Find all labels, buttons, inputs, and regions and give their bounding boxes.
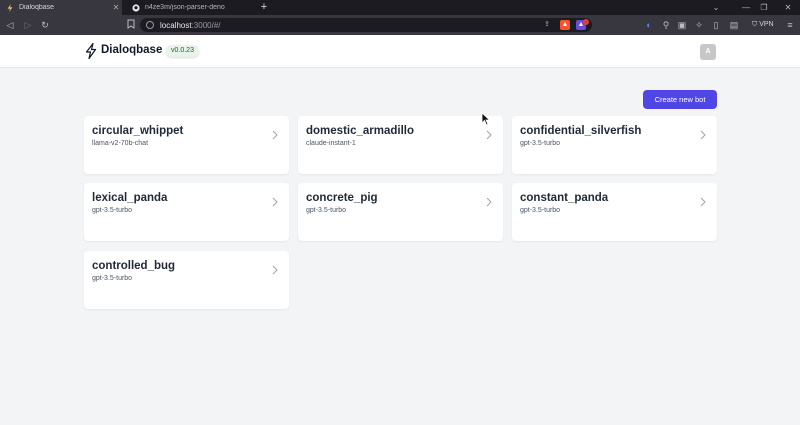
browser-tab-bar: Dialoqbase ✕ n4ze3m/json-parser-deno + ⌄… bbox=[0, 0, 800, 15]
app-header: Dialoqbase v0.0.23 A bbox=[0, 35, 800, 68]
bot-card[interactable]: domestic_armadillo claude-instant-1 bbox=[298, 116, 503, 174]
mouse-cursor-icon bbox=[481, 112, 491, 126]
window-close-icon[interactable]: ✕ bbox=[780, 0, 796, 15]
vpn-label: VPN bbox=[759, 21, 774, 28]
bot-name: circular_whippet bbox=[92, 125, 184, 137]
share-icon[interactable]: ⇪ bbox=[542, 20, 552, 30]
bot-model: gpt-3.5-turbo bbox=[92, 275, 133, 282]
minimize-icon[interactable]: — bbox=[738, 0, 754, 15]
search-icon[interactable]: ⚲ bbox=[660, 19, 672, 31]
forward-icon[interactable]: ▷ bbox=[22, 19, 34, 31]
url-path: :3000/#/ bbox=[191, 20, 221, 30]
bot-card[interactable]: constant_panda gpt-3.5-turbo bbox=[512, 183, 717, 241]
brand-name[interactable]: Dialoqbase bbox=[101, 44, 162, 56]
bot-model: gpt-3.5-turbo bbox=[520, 140, 561, 147]
extension-icon[interactable]: ▣ bbox=[676, 19, 688, 31]
chevron-right-icon bbox=[700, 197, 706, 207]
vpn-button[interactable]: ⛉ VPN bbox=[752, 19, 774, 31]
github-icon bbox=[132, 3, 140, 12]
bot-card[interactable]: lexical_panda gpt-3.5-turbo bbox=[84, 183, 289, 241]
back-icon[interactable]: ◁ bbox=[4, 19, 16, 31]
bot-card[interactable]: concrete_pig gpt-3.5-turbo bbox=[298, 183, 503, 241]
bot-model: gpt-3.5-turbo bbox=[306, 207, 347, 214]
new-tab-plus-icon[interactable]: + bbox=[258, 1, 270, 13]
bot-card[interactable]: confidential_silverfish gpt-3.5-turbo bbox=[512, 116, 717, 174]
url-host: localhost bbox=[160, 20, 192, 30]
chevron-right-icon bbox=[486, 197, 492, 207]
bot-model: claude-instant-1 bbox=[306, 140, 356, 147]
brave-shields-icon[interactable]: ▲ bbox=[560, 20, 570, 30]
menu-icon[interactable]: ≡ bbox=[784, 19, 796, 31]
reload-icon[interactable]: ↻ bbox=[39, 19, 51, 31]
tab-title: n4ze3m/json-parser-deno bbox=[145, 4, 225, 11]
bot-name: concrete_pig bbox=[306, 192, 378, 204]
lightning-logo-icon[interactable] bbox=[85, 42, 97, 60]
chevron-right-icon bbox=[486, 130, 492, 140]
bot-model: gpt-3.5-turbo bbox=[520, 207, 561, 214]
bot-name: confidential_silverfish bbox=[520, 125, 642, 137]
create-new-bot-button[interactable]: Create new bot bbox=[643, 90, 717, 109]
maximize-icon[interactable]: ❐ bbox=[756, 0, 772, 15]
bookmark-icon[interactable] bbox=[125, 19, 137, 31]
tab-dialoqbase[interactable]: Dialoqbase ✕ bbox=[0, 0, 122, 15]
bot-name: domestic_armadillo bbox=[306, 125, 415, 137]
version-badge: v0.0.23 bbox=[166, 45, 199, 57]
bot-name: lexical_panda bbox=[92, 192, 168, 204]
vpn-icon: ⛉ bbox=[752, 21, 758, 28]
chevron-right-icon bbox=[700, 130, 706, 140]
lightning-icon bbox=[6, 3, 14, 12]
bot-name: controlled_bug bbox=[92, 260, 176, 272]
close-icon[interactable]: ✕ bbox=[110, 3, 122, 12]
chevron-right-icon bbox=[272, 265, 278, 275]
wallet-panel-icon[interactable]: ▤ bbox=[728, 19, 740, 31]
chevron-right-icon bbox=[272, 197, 278, 207]
tab-json-parser[interactable]: n4ze3m/json-parser-deno bbox=[124, 0, 254, 15]
rewards-badge bbox=[583, 19, 589, 25]
tab-title: Dialoqbase bbox=[19, 4, 55, 11]
puzzle-extensions-icon[interactable]: ✧ bbox=[693, 19, 705, 31]
wallet-icon[interactable]: ◖ bbox=[642, 19, 654, 31]
bot-card[interactable]: circular_whippet llama-v2-70b-chat bbox=[84, 116, 289, 174]
bot-model: llama-v2-70b-chat bbox=[92, 140, 149, 147]
chevron-right-icon bbox=[272, 130, 278, 140]
bot-card[interactable]: controlled_bug gpt-3.5-turbo bbox=[84, 251, 289, 309]
browser-toolbar: ◁ ▷ ↻ localhost :3000/#/ ⇪ ▲ ▲ ◖ ⚲ ▣ ✧ ▯… bbox=[0, 15, 800, 35]
bot-model: gpt-3.5-turbo bbox=[92, 207, 133, 214]
sidebar-icon[interactable]: ▯ bbox=[710, 19, 722, 31]
site-info-icon[interactable] bbox=[146, 21, 154, 29]
tab-list-chevron-icon[interactable]: ⌄ bbox=[708, 0, 724, 15]
address-bar[interactable]: localhost :3000/#/ ⇪ ▲ ▲ bbox=[140, 18, 592, 32]
avatar[interactable]: A bbox=[700, 44, 716, 60]
bot-name: constant_panda bbox=[520, 192, 609, 204]
